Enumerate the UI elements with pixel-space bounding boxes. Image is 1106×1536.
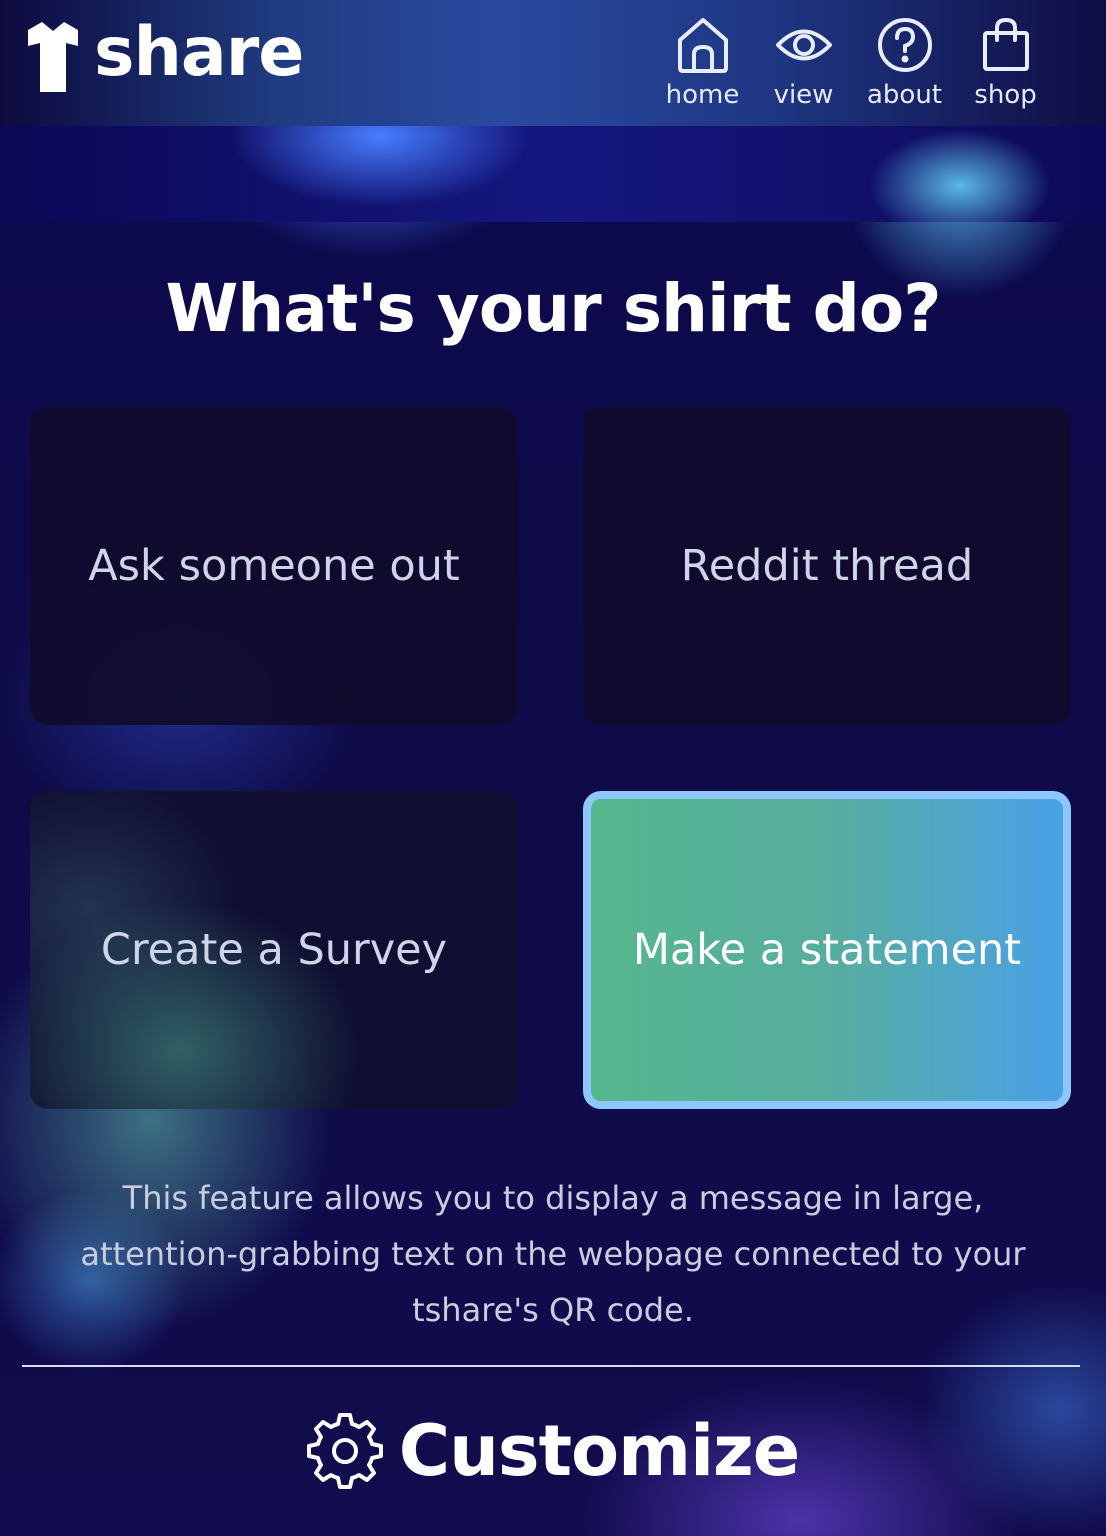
- feature-description: This feature allows you to display a mes…: [80, 1179, 1026, 1329]
- eye-icon: [775, 29, 832, 61]
- nav-shop[interactable]: shop: [955, 16, 1056, 110]
- nav-shop-label: shop: [974, 80, 1037, 110]
- shopping-bag-icon: [982, 18, 1029, 71]
- logo-text: share: [94, 13, 304, 92]
- tshirt-logo-icon: [28, 22, 78, 92]
- option-label: Ask someone out: [88, 541, 460, 591]
- customize-button[interactable]: Customize: [0, 1410, 1106, 1492]
- option-make-a-statement[interactable]: Make a statement: [583, 791, 1071, 1109]
- question-icon: [877, 18, 932, 72]
- option-ask-someone-out[interactable]: Ask someone out: [30, 407, 518, 725]
- option-label: Create a Survey: [100, 925, 448, 975]
- top-nav-bar: share home view about shop: [0, 0, 1106, 126]
- page-title: What's your shirt do?: [165, 270, 941, 347]
- option-reddit-thread[interactable]: Reddit thread: [583, 407, 1071, 725]
- option-label: Make a statement: [632, 925, 1022, 975]
- gear-icon: [306, 1413, 383, 1489]
- customize-label: Customize: [398, 1410, 801, 1492]
- nav-home[interactable]: home: [652, 16, 753, 110]
- logo[interactable]: share: [28, 13, 304, 92]
- nav-view-label: view: [773, 80, 834, 110]
- option-label: Reddit thread: [680, 541, 974, 591]
- nav-view[interactable]: view: [753, 16, 854, 110]
- nav-about[interactable]: about: [854, 16, 955, 110]
- hero-banner: [0, 126, 1106, 222]
- nav-home-label: home: [665, 80, 740, 110]
- option-create-a-survey[interactable]: Create a Survey: [30, 791, 518, 1109]
- nav-menu: home view about shop: [652, 16, 1056, 110]
- home-icon: [677, 18, 728, 73]
- nav-about-label: about: [866, 80, 943, 110]
- divider: [22, 1365, 1080, 1367]
